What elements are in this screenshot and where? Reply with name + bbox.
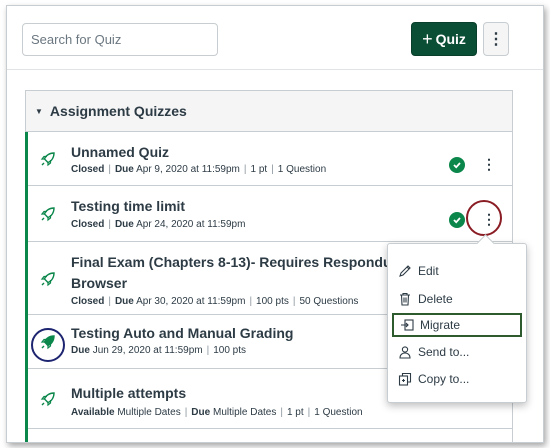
- quiz-meta: Available Multiple Dates | Due Multiple Da…: [71, 407, 363, 418]
- menu-item-send-to[interactable]: Send to...: [392, 340, 522, 364]
- menu-item-migrate[interactable]: Migrate: [392, 313, 522, 337]
- quiz-questions: 50 Questions: [299, 296, 359, 307]
- quiz-meta: Closed | Due Apr 30, 2020 at 11:59pm | 100 p…: [71, 296, 359, 307]
- copy-icon: [398, 372, 412, 386]
- published-icon[interactable]: [449, 157, 465, 173]
- options-menu: Edit Delete Migrate Send to... Copy to..…: [387, 243, 527, 403]
- migrate-icon: [401, 319, 414, 331]
- menu-item-copy-to[interactable]: Copy to...: [392, 367, 522, 391]
- available-dates: Multiple Dates: [117, 407, 181, 418]
- quiz-status: Closed: [71, 296, 105, 307]
- menu-item-label: Delete: [418, 292, 453, 306]
- quiz-meta: Closed | Due Apr 9, 2020 at 11:59pm | 1 pt | 1…: [71, 164, 327, 175]
- menu-item-edit[interactable]: Edit: [392, 259, 522, 283]
- quiz-questions: 1 Question: [314, 407, 363, 418]
- quiz-row[interactable]: Unnamed Quiz Closed | Due Apr 9, 2020 at 1…: [28, 132, 512, 186]
- plus-icon: +: [422, 29, 433, 49]
- due-date: Multiple Dates: [212, 407, 277, 418]
- highlight-circle-rocket: [31, 328, 65, 362]
- quizzes-page: + Quiz ⋮ ▼ Assignment Quizzes Unnamed Qu…: [6, 5, 544, 443]
- menu-item-label: Migrate: [420, 318, 461, 332]
- quiz-points: 1 pt: [286, 407, 304, 418]
- due-label: Due: [191, 407, 211, 418]
- menu-item-delete[interactable]: Delete: [392, 287, 522, 311]
- quiz-title[interactable]: Unnamed Quiz: [71, 142, 169, 163]
- search-input[interactable]: [22, 23, 218, 56]
- quiz-points: 100 pts: [256, 296, 289, 307]
- rocket-icon: [40, 152, 55, 167]
- rocket-icon: [40, 392, 55, 407]
- due-date: Apr 30, 2020 at 11:59pm: [136, 296, 246, 307]
- user-send-icon: [399, 346, 411, 359]
- due-label: Due: [71, 345, 90, 356]
- page-options-button[interactable]: ⋮: [483, 22, 509, 56]
- quiz-title[interactable]: Multiple attempts: [71, 383, 186, 404]
- published-icon[interactable]: [449, 212, 465, 228]
- due-date: Apr 24, 2020 at 11:59pm: [136, 219, 246, 230]
- add-quiz-button[interactable]: + Quiz: [411, 22, 477, 56]
- group-header[interactable]: ▼ Assignment Quizzes: [25, 90, 513, 132]
- due-date: Apr 9, 2020 at 11:59pm: [136, 164, 240, 175]
- quiz-row[interactable]: Testing time limit Closed | Due Apr 24, 20…: [28, 186, 512, 242]
- row-options-button[interactable]: ⋮: [482, 156, 496, 173]
- due-label: Due: [114, 164, 134, 175]
- due-label: Due: [114, 296, 134, 307]
- due-label: Due: [114, 219, 134, 230]
- divider: [7, 69, 543, 70]
- quiz-status: Closed: [71, 164, 105, 175]
- menu-item-label: Edit: [418, 264, 439, 278]
- quiz-status: Closed: [71, 219, 105, 230]
- menu-item-label: Copy to...: [418, 372, 470, 386]
- menu-item-label: Send to...: [418, 345, 470, 359]
- rocket-icon: [40, 272, 55, 287]
- quiz-title[interactable]: Testing time limit: [71, 196, 185, 217]
- quiz-points: 100 pts: [213, 345, 247, 356]
- group-title: Assignment Quizzes: [49, 103, 187, 119]
- quiz-points: 1 pt: [250, 164, 268, 175]
- quiz-title-line2: Browser: [71, 275, 128, 291]
- quiz-status: Available: [71, 407, 115, 418]
- pencil-icon: [399, 265, 411, 277]
- trash-icon: [400, 292, 410, 306]
- due-date: Jun 29, 2020 at 11:59pm: [92, 345, 203, 356]
- add-quiz-label: Quiz: [435, 31, 466, 47]
- rocket-icon: [40, 207, 55, 222]
- quiz-title[interactable]: Testing Auto and Manual Grading: [71, 323, 293, 344]
- highlight-circle-options: [466, 200, 502, 236]
- quiz-meta: Due Jun 29, 2020 at 11:59pm | 100 pts: [71, 345, 247, 356]
- quiz-meta: Closed | Due Apr 24, 2020 at 11:59pm: [71, 219, 246, 230]
- caret-down-icon: ▼: [35, 106, 43, 116]
- quiz-questions: 1 Question: [277, 164, 327, 175]
